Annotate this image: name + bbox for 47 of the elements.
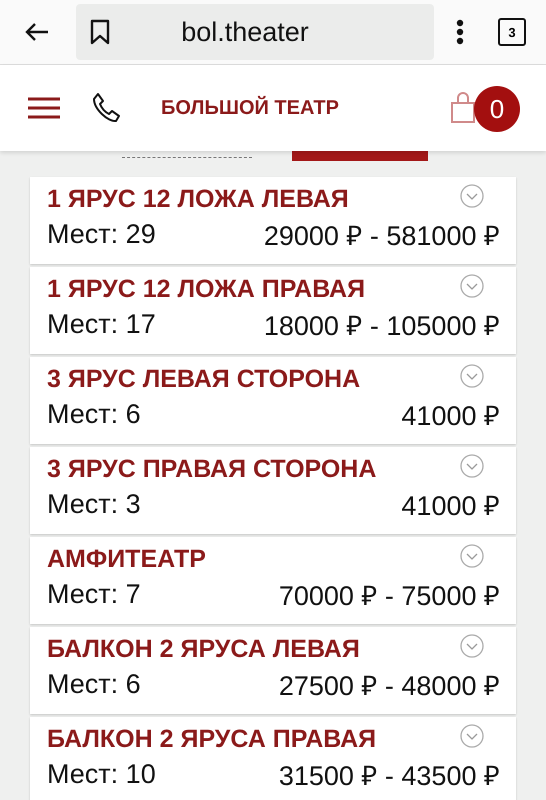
section-card[interactable]: 1 ЯРУС 12 ЛОЖА ПРАВАЯ Мест: 17 18000 ₽ - 105000 ₽ (30, 267, 516, 354)
address-field[interactable]: bol.theater (76, 4, 434, 60)
price-range: 31500 ₽ - 43500 ₽ (278, 760, 500, 792)
chevron-circle-icon[interactable] (460, 274, 484, 298)
seat-count: Мест: 6 (47, 398, 141, 430)
seat-count: Мест: 6 (47, 668, 141, 700)
site-title[interactable]: БОЛЬШОЙ ТЕАТР (161, 96, 450, 120)
chevron-circle-icon[interactable] (460, 544, 484, 568)
chevron-circle-icon[interactable] (460, 364, 484, 388)
chevron-circle-icon[interactable] (460, 724, 484, 748)
chevron-circle-icon[interactable] (460, 454, 484, 478)
section-card[interactable]: 3 ЯРУС ПРАВАЯ СТОРОНА Мест: 3 41000 ₽ (30, 447, 516, 534)
section-card[interactable]: БАЛКОН 2 ЯРУСА ЛЕВАЯ Мест: 6 27500 ₽ - 48000 ₽ (30, 627, 516, 714)
price-range: 18000 ₽ - 105000 ₽ (264, 310, 500, 342)
section-card[interactable]: 1 ЯРУС 12 ЛОЖА ЛЕВАЯ Мест: 29 29000 ₽ - 581000 ₽ (30, 177, 516, 264)
price-range: 29000 ₽ - 581000 ₽ (264, 220, 500, 252)
seat-count: Мест: 17 (47, 308, 156, 340)
shopping-bag-icon (450, 92, 476, 124)
price-range: 41000 ₽ (401, 490, 500, 522)
cart-count-badge: 0 (474, 86, 520, 132)
more-icon[interactable] (456, 19, 464, 45)
price-range: 27500 ₽ - 48000 ₽ (278, 670, 500, 702)
seat-count: Мест: 7 (47, 578, 141, 610)
section-name: БАЛКОН 2 ЯРУСА ПРАВАЯ (47, 724, 376, 754)
seat-count: Мест: 10 (47, 758, 156, 790)
section-name: БАЛКОН 2 ЯРУСА ЛЕВАЯ (47, 634, 360, 664)
tabs-count-button[interactable]: 3 (498, 18, 526, 46)
section-card[interactable]: БАЛКОН 2 ЯРУСА ПРАВАЯ Мест: 10 31500 ₽ - 43500 ₽ (30, 717, 516, 800)
price-range: 70000 ₽ - 75000 ₽ (278, 580, 500, 612)
section-name: 1 ЯРУС 12 ЛОЖА ПРАВАЯ (47, 274, 366, 304)
back-icon[interactable] (24, 21, 50, 43)
url-text: bol.theater (180, 16, 310, 48)
section-name: 3 ЯРУС ЛЕВАЯ СТОРОНА (47, 364, 360, 394)
section-card[interactable]: 3 ЯРУС ЛЕВАЯ СТОРОНА Мест: 6 41000 ₽ (30, 357, 516, 444)
section-name: АМФИТЕАТР (47, 544, 206, 574)
section-name: 3 ЯРУС ПРАВАЯ СТОРОНА (47, 454, 376, 484)
bookmark-icon[interactable] (90, 19, 110, 45)
seat-count: Мест: 29 (47, 218, 156, 250)
chevron-circle-icon[interactable] (460, 184, 484, 208)
section-card[interactable]: АМФИТЕАТР Мест: 7 70000 ₽ - 75000 ₽ (30, 537, 516, 624)
menu-icon[interactable] (27, 97, 61, 119)
cart-button[interactable]: 0 (450, 83, 520, 133)
phone-icon[interactable] (91, 92, 121, 124)
chevron-circle-icon[interactable] (460, 634, 484, 658)
seat-count: Мест: 3 (47, 488, 141, 520)
price-range: 41000 ₽ (401, 400, 500, 432)
section-name: 1 ЯРУС 12 ЛОЖА ЛЕВАЯ (47, 184, 349, 214)
